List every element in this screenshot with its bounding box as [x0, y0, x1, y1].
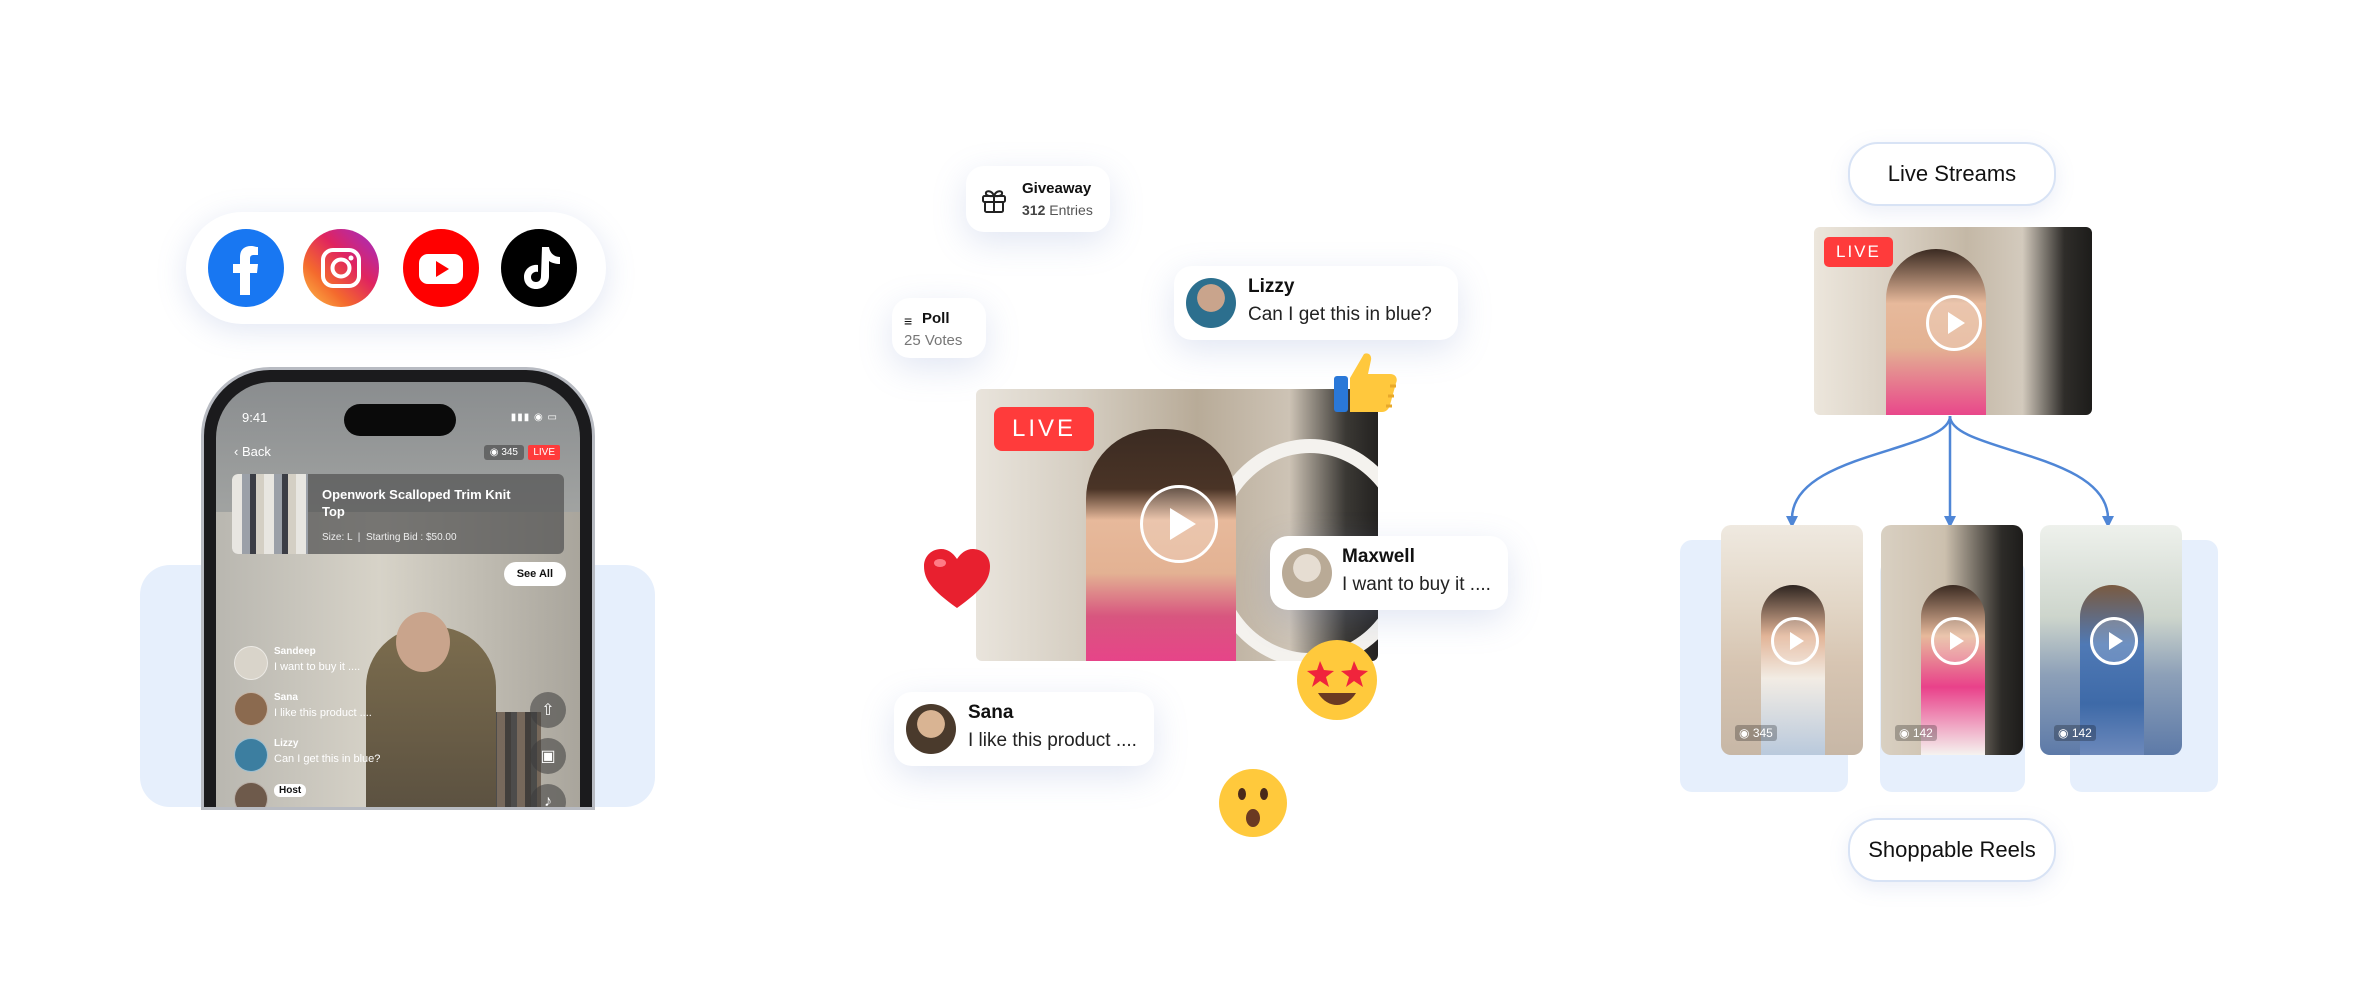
- chat-text: I want to buy it ....: [1342, 574, 1491, 595]
- shoppable-reel[interactable]: ◉ 345: [1721, 525, 1863, 755]
- comment-author: Sandeep: [274, 646, 316, 657]
- chat-bubble-lizzy: Lizzy Can I get this in blue?: [1174, 266, 1458, 340]
- gift-icon: [982, 190, 1006, 213]
- avatar: [234, 646, 268, 680]
- pip-icon: ▣: [540, 748, 556, 765]
- reel-views-value: 345: [1752, 726, 1773, 740]
- product-size: Size: L: [322, 532, 353, 543]
- live-badge: LIVE: [994, 407, 1095, 451]
- product-thumbnail: [232, 474, 308, 554]
- status-time: 9:41: [242, 410, 268, 425]
- product-meta: Size: L | Starting Bid : $50.00: [322, 532, 457, 543]
- play-button[interactable]: [1771, 617, 1819, 665]
- play-button[interactable]: [1926, 295, 1982, 351]
- facebook-icon[interactable]: [208, 229, 284, 307]
- reel-views-value: 142: [1912, 726, 1933, 740]
- shoppable-reel[interactable]: ◉ 142: [1881, 525, 2023, 755]
- giveaway-card[interactable]: Giveaway 312 Entries: [966, 166, 1110, 232]
- giveaway-count: 312: [1022, 202, 1046, 218]
- picture-in-picture-button[interactable]: ▣: [530, 738, 566, 774]
- live-badge: LIVE: [528, 445, 560, 460]
- stream-to-reels-connector: [1786, 415, 2114, 528]
- live-stream-thumbnail[interactable]: LIVE: [1814, 227, 2092, 415]
- product-starting-bid: Starting Bid : $50.00: [365, 532, 457, 543]
- eye-icon: ◉: [1899, 726, 1910, 740]
- comment-text: I want to buy it ....: [274, 661, 361, 673]
- instagram-icon[interactable]: [303, 229, 379, 307]
- giveaway-entries: 312 Entries: [1022, 202, 1093, 218]
- play-button[interactable]: [2090, 617, 2138, 665]
- poll-votes: 25 Votes: [904, 332, 963, 349]
- shoppable-reel[interactable]: ◉ 142: [2040, 525, 2182, 755]
- back-button[interactable]: ‹ Back: [234, 444, 271, 459]
- poll-card[interactable]: ≡ Poll 25 Votes: [892, 298, 986, 358]
- comment-author: Sana: [274, 692, 298, 703]
- comment-text: I like this product ....: [274, 707, 372, 719]
- thumbs-up-icon: [1330, 346, 1406, 428]
- eye-icon: ◉: [2058, 726, 2069, 740]
- reel-views: ◉ 142: [1895, 725, 1937, 741]
- speaker-icon: ♪: [544, 793, 552, 807]
- comment-author: Lizzy: [274, 738, 299, 749]
- heart-icon: [922, 548, 992, 620]
- see-all-button[interactable]: See All: [503, 562, 566, 586]
- chat-author: Lizzy: [1248, 276, 1295, 297]
- eye-icon: ◉: [1739, 726, 1750, 740]
- viewer-count-value: 345: [501, 447, 518, 458]
- back-label: Back: [241, 444, 271, 459]
- avatar: [1186, 278, 1236, 328]
- chat-text: I like this product ....: [968, 730, 1137, 751]
- viewer-count: ◉ 345: [483, 445, 524, 460]
- share-button[interactable]: ⇧: [530, 692, 566, 728]
- reel-views-value: 142: [2071, 726, 2092, 740]
- dynamic-island: [344, 404, 456, 436]
- product-card[interactable]: Openwork Scalloped Trim Knit Top Size: L…: [232, 474, 564, 554]
- poll-icon: ≡: [904, 313, 913, 329]
- live-shopping-screen: 9:41 ▮▮▮ ◉ ▭ ‹ Back ◉ 345 LIVE Openwork …: [216, 382, 580, 807]
- product-title: Openwork Scalloped Trim Knit Top: [322, 487, 511, 519]
- reel-views: ◉ 345: [1735, 725, 1777, 741]
- giveaway-title: Giveaway: [1022, 180, 1092, 197]
- live-video-player[interactable]: LIVE: [976, 389, 1378, 661]
- reel-views: ◉ 142: [2054, 725, 2096, 741]
- play-button[interactable]: [1140, 485, 1218, 563]
- tiktok-icon[interactable]: [501, 229, 577, 307]
- chat-author: Sana: [968, 702, 1014, 723]
- chat-bubble-maxwell: Maxwell I want to buy it ....: [1270, 536, 1508, 610]
- avatar: [234, 738, 268, 772]
- poll-title: Poll: [922, 310, 950, 327]
- social-platforms-bar: [186, 212, 606, 324]
- chat-text: Can I get this in blue?: [1248, 304, 1432, 325]
- shoppable-reels-label: Shoppable Reels: [1848, 818, 2056, 882]
- live-badge: LIVE: [1824, 237, 1893, 267]
- play-button[interactable]: [1931, 617, 1979, 665]
- host-badge: Host: [274, 784, 307, 797]
- avatar: [906, 704, 956, 754]
- star-struck-icon: [1294, 637, 1380, 733]
- giveaway-unit: Entries: [1049, 202, 1093, 218]
- live-streams-label: Live Streams: [1848, 142, 2056, 206]
- chat-author: Maxwell: [1342, 546, 1415, 567]
- chat-bubble-sana: Sana I like this product ....: [894, 692, 1154, 766]
- chevron-left-icon: ‹: [234, 444, 239, 459]
- surprised-icon: [1216, 766, 1290, 850]
- eye-icon: ◉: [489, 447, 499, 458]
- share-icon: ⇧: [541, 702, 555, 719]
- product-meta-separator: |: [357, 532, 361, 543]
- host-head: [396, 612, 450, 672]
- youtube-icon[interactable]: [403, 229, 479, 307]
- avatar: [1282, 548, 1332, 598]
- avatar: [234, 692, 268, 726]
- phone-mockup: 9:41 ▮▮▮ ◉ ▭ ‹ Back ◉ 345 LIVE Openwork …: [204, 370, 592, 807]
- status-icons: ▮▮▮ ◉ ▭: [510, 412, 558, 423]
- comment-text: Can I get this in blue?: [274, 753, 381, 765]
